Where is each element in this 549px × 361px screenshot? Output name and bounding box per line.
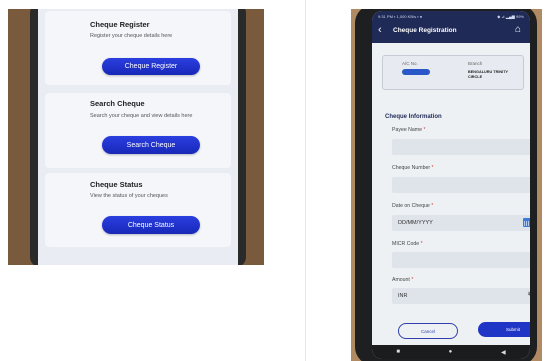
date-field[interactable]: DD/MM/YYYY [392, 215, 530, 231]
card-description: Register your cheque details here [90, 33, 173, 39]
section-title: Cheque Information [385, 114, 442, 120]
search-cheque-card: Search Cheque Search your cheque and vie… [45, 93, 231, 168]
amount-field[interactable]: INR ₹ [392, 288, 530, 304]
app-bar: ‹ Cheque Registration ⌂ [372, 21, 530, 43]
phone-body-right: 9:31 PM ▪ 1,000 KB/s ▪ ● ◆ ⊿ ▂▄▆ 99% ‹ C… [355, 9, 537, 361]
redacted-account-number [402, 69, 430, 75]
account-number-label: A/C No. [402, 61, 418, 66]
cheque-status-card: Cheque Status View the status of your ch… [45, 173, 231, 247]
right-photo: 9:31 PM ▪ 1,000 KB/s ▪ ● ◆ ⊿ ▂▄▆ 99% ‹ C… [351, 9, 542, 361]
cancel-button[interactable]: Cancel [398, 323, 458, 339]
cheque-register-button[interactable]: Cheque Register [102, 58, 200, 75]
calendar-icon[interactable] [523, 218, 530, 227]
status-right: ◆ ⊿ ▂▄▆ 99% [497, 13, 524, 19]
submit-button[interactable]: Submit [478, 322, 530, 337]
system-nav-bar: ■ ● ◀ [372, 345, 530, 359]
rupee-icon: ₹ [527, 292, 530, 299]
home-icon[interactable]: ⌂ [515, 24, 521, 35]
card-title: Search Cheque [90, 99, 145, 108]
page-title: Cheque Registration [393, 27, 457, 34]
date-placeholder: DD/MM/YYYY [398, 220, 433, 226]
search-cheque-button[interactable]: Search Cheque [102, 136, 200, 154]
card-description: View the status of your cheques [90, 193, 168, 199]
account-card: A/C No. Branch BENGALURU TRINITY CIRCLE [382, 55, 524, 90]
cheque-status-button[interactable]: Cheque Status [102, 216, 200, 234]
back-arrow-icon[interactable]: ‹ [378, 24, 382, 36]
branch-label: Branch [468, 61, 483, 66]
date-label: Date on Cheque * [392, 203, 434, 209]
left-photo: Cheque Register Register your cheque det… [8, 9, 264, 265]
card-title: Cheque Register [90, 20, 150, 29]
home-nav-icon[interactable]: ● [449, 349, 453, 355]
card-description: Search your cheque and view details here [90, 113, 193, 119]
micr-label: MICR Code * [392, 241, 423, 247]
currency-text: INR [398, 293, 408, 299]
cheque-number-label: Cheque Number * [392, 165, 434, 171]
recent-apps-icon[interactable]: ■ [396, 349, 400, 355]
micr-field[interactable] [392, 252, 530, 268]
amount-label: Amount * [392, 277, 414, 283]
status-left: 9:31 PM ▪ 1,000 KB/s ▪ ● [378, 13, 423, 19]
card-title: Cheque Status [90, 180, 143, 189]
cheque-number-field[interactable] [392, 177, 530, 193]
status-bar: 9:31 PM ▪ 1,000 KB/s ▪ ● ◆ ⊿ ▂▄▆ 99% [372, 11, 530, 21]
cheque-register-card: Cheque Register Register your cheque det… [45, 11, 231, 85]
cheque-menu-screen: Cheque Register Register your cheque det… [38, 9, 238, 265]
payee-name-label: Payee Name * [392, 127, 426, 133]
cheque-registration-screen: 9:31 PM ▪ 1,000 KB/s ▪ ● ◆ ⊿ ▂▄▆ 99% ‹ C… [372, 11, 530, 359]
branch-value: BENGALURU TRINITY CIRCLE [468, 70, 509, 79]
payee-name-field[interactable] [392, 139, 530, 155]
back-nav-icon[interactable]: ◀ [501, 349, 506, 356]
photo-divider [305, 0, 306, 361]
